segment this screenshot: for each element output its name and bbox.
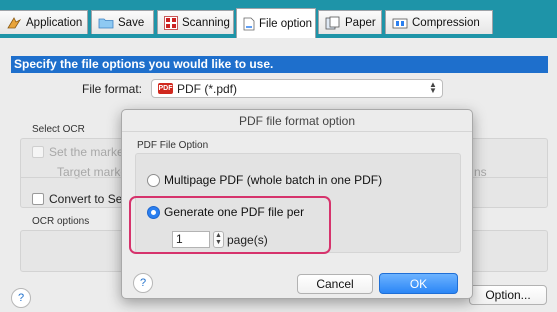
tab-label: Save xyxy=(118,16,145,29)
set-marked-checkbox[interactable]: Set the marked xyxy=(32,145,130,159)
pages-stepper[interactable]: ▲ ▼ xyxy=(213,231,224,248)
tab-save[interactable]: Save xyxy=(91,10,154,34)
checkbox-box xyxy=(32,146,44,158)
stepper-up-icon: ▲ xyxy=(215,232,222,239)
application-icon xyxy=(6,16,22,30)
tab-file-option[interactable]: File option xyxy=(236,8,316,38)
help-button[interactable]: ? xyxy=(11,288,31,308)
option-button[interactable]: Option... xyxy=(469,285,547,305)
tab-label: Paper xyxy=(345,16,376,29)
file-format-select[interactable]: PDF PDF (*.pdf) ▲ ▼ xyxy=(151,79,443,98)
file-icon xyxy=(243,17,255,31)
radio-multipage-label: Multipage PDF (whole batch in one PDF) xyxy=(164,173,383,187)
ok-button[interactable]: OK xyxy=(379,273,458,294)
dialog-help-button[interactable]: ? xyxy=(133,273,153,293)
tab-label: Compression xyxy=(412,16,480,29)
tab-label: Scanning xyxy=(182,16,230,29)
tab-paper[interactable]: Paper xyxy=(318,10,382,34)
set-marked-label: Set the marked xyxy=(49,145,131,159)
chevron-updown-icon: ▲ ▼ xyxy=(429,80,437,95)
dialog-group-label: PDF File Option xyxy=(137,140,209,151)
pdf-icon: PDF xyxy=(158,83,173,94)
file-format-label: File format: xyxy=(82,82,143,96)
convert-label: Convert to Sea xyxy=(49,192,130,206)
paper-icon xyxy=(325,16,341,30)
radio-multipage[interactable]: Multipage PDF (whole batch in one PDF) xyxy=(147,173,382,187)
ocr-options-label: OCR options xyxy=(32,216,90,227)
compression-icon xyxy=(392,16,408,30)
tab-application[interactable]: Application xyxy=(0,10,88,34)
radio-one-pdf-per-label: Generate one PDF file per xyxy=(164,205,305,219)
pages-label: page(s) xyxy=(227,233,268,247)
cancel-button[interactable]: Cancel xyxy=(297,274,373,294)
scanning-icon xyxy=(164,15,178,30)
tab-compression[interactable]: Compression xyxy=(385,10,493,34)
checkbox-box xyxy=(32,193,44,205)
radio-button xyxy=(147,173,160,187)
tab-bar: Application Save Scanning File option Pa… xyxy=(0,0,557,38)
folder-icon xyxy=(98,16,114,30)
radio-one-pdf-per[interactable]: Generate one PDF file per xyxy=(147,205,304,219)
convert-checkbox[interactable]: Convert to Sea xyxy=(32,192,129,206)
tab-label: File option xyxy=(259,17,313,30)
stepper-down-icon: ▼ xyxy=(215,239,222,246)
pages-per-file-input[interactable]: 1 xyxy=(172,231,210,248)
select-ocr-label: Select OCR xyxy=(32,124,85,135)
dialog-title: PDF file format option xyxy=(122,110,472,132)
tab-scanning[interactable]: Scanning xyxy=(157,10,234,34)
radio-button-selected xyxy=(147,205,160,219)
tab-label: Application xyxy=(26,16,83,29)
section-header: Specify the file options you would like … xyxy=(11,56,548,73)
file-format-value: PDF (*.pdf) xyxy=(177,81,238,96)
